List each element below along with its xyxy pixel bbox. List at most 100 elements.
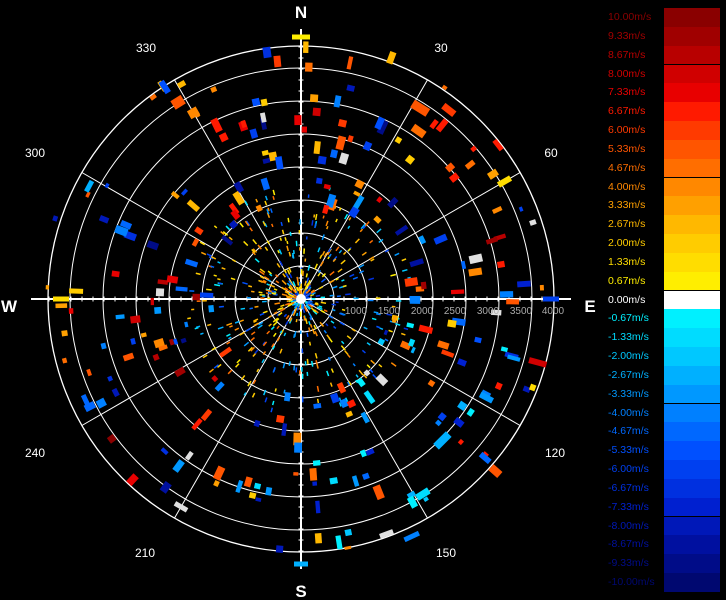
velocity-cell bbox=[314, 263, 319, 270]
velocity-cell bbox=[410, 99, 431, 117]
velocity-cell bbox=[437, 340, 450, 350]
velocity-cell bbox=[345, 410, 354, 418]
scale-swatch bbox=[664, 384, 720, 404]
velocity-cell bbox=[344, 350, 349, 355]
velocity-cell bbox=[496, 260, 506, 269]
velocity-cell bbox=[400, 332, 406, 336]
scale-row: 4.00m/s bbox=[606, 177, 720, 197]
velocity-cell bbox=[337, 118, 348, 128]
velocity-cell bbox=[418, 235, 427, 245]
velocity-cell bbox=[539, 284, 544, 291]
velocity-cell bbox=[335, 218, 338, 223]
velocity-cell bbox=[378, 363, 383, 368]
velocity-cell bbox=[313, 141, 321, 155]
velocity-cell bbox=[295, 312, 299, 317]
velocity-cell bbox=[390, 273, 397, 277]
velocity-cell bbox=[312, 460, 321, 466]
velocity-cell bbox=[528, 357, 548, 368]
velocity-cell bbox=[342, 251, 347, 256]
velocity-cell bbox=[387, 196, 399, 209]
velocity-cell bbox=[314, 533, 323, 544]
velocity-cell bbox=[309, 468, 318, 481]
velocity-cell bbox=[304, 318, 308, 325]
velocity-cell bbox=[122, 352, 135, 362]
velocity-cell bbox=[352, 276, 358, 280]
velocity-cell bbox=[279, 237, 283, 241]
velocity-cell bbox=[281, 423, 288, 437]
scale-label: -8.00m/s bbox=[608, 519, 649, 532]
velocity-cell bbox=[212, 465, 226, 481]
velocity-cell bbox=[528, 383, 537, 392]
velocity-cell bbox=[255, 497, 262, 502]
velocity-cell bbox=[266, 283, 270, 286]
velocity-cell bbox=[316, 385, 320, 392]
scale-swatch bbox=[664, 422, 720, 442]
velocity-cell bbox=[315, 500, 321, 514]
scale-label: -4.00m/s bbox=[608, 406, 649, 419]
velocity-cell bbox=[346, 335, 352, 340]
velocity-cell bbox=[192, 293, 200, 301]
color-scale-legend: 10.00m/s 9.33m/s 8.67m/s 8.00m/s 7.33m/s 6.67… bbox=[606, 8, 720, 592]
velocity-cell bbox=[130, 315, 141, 324]
velocity-cell bbox=[140, 332, 147, 338]
angle-label-120: 120 bbox=[545, 446, 565, 460]
velocity-cell bbox=[369, 239, 374, 244]
velocity-cell bbox=[283, 332, 287, 337]
scale-row: -0.67m/s bbox=[606, 309, 720, 329]
velocity-cell bbox=[306, 358, 309, 365]
velocity-cell bbox=[330, 368, 334, 373]
velocity-cell bbox=[375, 297, 381, 299]
velocity-cell bbox=[299, 311, 302, 317]
velocity-cell bbox=[243, 476, 253, 488]
scale-row: 0.00m/s bbox=[606, 290, 720, 310]
velocity-cell bbox=[273, 55, 282, 68]
south-label: S bbox=[295, 582, 306, 600]
velocity-cell bbox=[336, 295, 341, 298]
scale-swatch bbox=[664, 554, 720, 573]
velocity-cell bbox=[230, 209, 241, 221]
velocity-cell bbox=[214, 381, 225, 392]
velocity-cell bbox=[45, 285, 50, 290]
scale-swatch bbox=[664, 535, 720, 555]
velocity-cell bbox=[326, 334, 331, 340]
scale-swatch bbox=[664, 158, 720, 178]
velocity-cell bbox=[332, 308, 336, 312]
velocity-cell bbox=[330, 320, 335, 324]
scale-swatch bbox=[664, 102, 720, 121]
scale-label: 6.67m/s bbox=[608, 105, 646, 118]
scale-swatch bbox=[664, 403, 720, 423]
velocity-cell bbox=[234, 327, 240, 331]
velocity-cell bbox=[280, 221, 283, 227]
scale-row: 5.33m/s bbox=[606, 139, 720, 159]
radial-spoke bbox=[300, 298, 521, 426]
scale-label: 4.00m/s bbox=[608, 180, 646, 193]
velocity-cell bbox=[243, 240, 249, 247]
velocity-cell bbox=[196, 300, 201, 302]
velocity-cell bbox=[218, 305, 224, 308]
velocity-cell bbox=[298, 230, 301, 234]
velocity-cell bbox=[284, 236, 287, 242]
velocity-cell bbox=[100, 342, 107, 350]
velocity-cell bbox=[420, 281, 427, 290]
velocity-cell bbox=[329, 382, 333, 387]
velocity-cell bbox=[361, 472, 370, 481]
range-label-1500: 1500 bbox=[378, 306, 401, 317]
velocity-cell bbox=[313, 402, 322, 409]
velocity-cell bbox=[111, 270, 120, 278]
velocity-cell bbox=[437, 412, 447, 422]
velocity-cell bbox=[388, 329, 393, 333]
velocity-cell bbox=[286, 245, 290, 252]
velocity-cell bbox=[351, 475, 360, 487]
velocity-cell bbox=[317, 272, 321, 277]
velocity-cell bbox=[308, 341, 312, 346]
velocity-cell bbox=[213, 480, 220, 487]
velocity-cell bbox=[353, 297, 359, 300]
velocity-cell bbox=[403, 530, 421, 543]
scale-row: -8.00m/s bbox=[606, 516, 720, 536]
velocity-cell bbox=[390, 362, 397, 367]
velocity-cell bbox=[180, 337, 187, 344]
velocity-cell bbox=[294, 442, 303, 453]
velocity-cell bbox=[376, 228, 382, 234]
velocity-cell bbox=[306, 371, 309, 376]
velocity-cell bbox=[354, 179, 365, 190]
